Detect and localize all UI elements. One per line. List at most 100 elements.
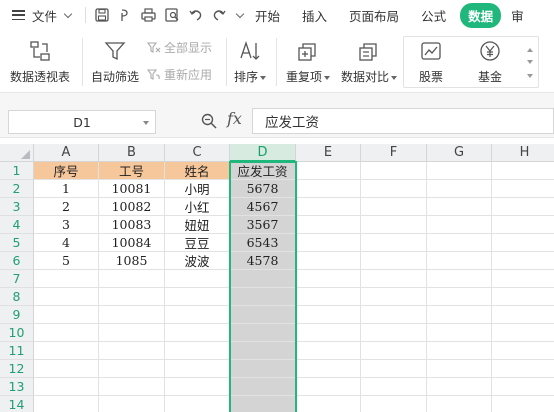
row-header-2[interactable]: 2 — [0, 180, 34, 198]
cell-f14[interactable] — [361, 396, 427, 412]
cell-b6[interactable]: 1085 — [99, 252, 165, 270]
cell-b2[interactable]: 10081 — [99, 180, 165, 198]
row-header-6[interactable]: 6 — [0, 252, 34, 270]
cell-d10[interactable] — [230, 324, 296, 342]
format-painter-icon[interactable] — [118, 8, 132, 22]
cell-e9[interactable] — [296, 306, 361, 324]
cell-b14[interactable] — [99, 396, 165, 412]
formula-input[interactable]: 应发工资 — [252, 108, 554, 134]
cell-g2[interactable] — [427, 180, 492, 198]
cell-g7[interactable] — [427, 270, 492, 288]
cell-g13[interactable] — [427, 378, 492, 396]
cell-b5[interactable]: 10084 — [99, 234, 165, 252]
cell-b10[interactable] — [99, 324, 165, 342]
cell-e11[interactable] — [296, 342, 361, 360]
fx-icon[interactable]: fx — [227, 109, 242, 128]
print-icon[interactable] — [141, 8, 156, 22]
row-header-10[interactable]: 10 — [0, 324, 34, 342]
row-header-3[interactable]: 3 — [0, 198, 34, 216]
cell-c8[interactable] — [165, 288, 230, 306]
cell-f10[interactable] — [361, 324, 427, 342]
row-header-11[interactable]: 11 — [0, 342, 34, 360]
cell-a6[interactable]: 5 — [34, 252, 99, 270]
cell-e6[interactable] — [296, 252, 361, 270]
cell-e8[interactable] — [296, 288, 361, 306]
cell-a9[interactable] — [34, 306, 99, 324]
cell-d13[interactable] — [230, 378, 296, 396]
cell-f7[interactable] — [361, 270, 427, 288]
cell-e5[interactable] — [296, 234, 361, 252]
cell-e12[interactable] — [296, 360, 361, 378]
cell-d6[interactable]: 4578 — [230, 252, 296, 270]
cell-h5[interactable] — [492, 234, 554, 252]
cell-b11[interactable] — [99, 342, 165, 360]
cell-h9[interactable] — [492, 306, 554, 324]
cell-g12[interactable] — [427, 360, 492, 378]
cell-a5[interactable]: 4 — [34, 234, 99, 252]
cell-f8[interactable] — [361, 288, 427, 306]
row-header-5[interactable]: 5 — [0, 234, 34, 252]
cell-d1[interactable]: 应发工资 — [230, 162, 296, 180]
cell-g3[interactable] — [427, 198, 492, 216]
cell-c4[interactable]: 妞妞 — [165, 216, 230, 234]
cell-f13[interactable] — [361, 378, 427, 396]
row-header-13[interactable]: 13 — [0, 378, 34, 396]
cell-g6[interactable] — [427, 252, 492, 270]
cell-g11[interactable] — [427, 342, 492, 360]
file-menu[interactable]: 文件 — [12, 6, 73, 25]
column-header-h[interactable]: H — [492, 144, 554, 162]
column-header-f[interactable]: F — [361, 144, 427, 162]
autofilter-button[interactable]: 自动筛选 — [91, 36, 139, 85]
pivot-table-button[interactable]: 数据透视表 — [10, 36, 70, 85]
cell-h11[interactable] — [492, 342, 554, 360]
cell-g10[interactable] — [427, 324, 492, 342]
row-header-8[interactable]: 8 — [0, 288, 34, 306]
cell-a3[interactable]: 2 — [34, 198, 99, 216]
cell-a10[interactable] — [34, 324, 99, 342]
cell-a14[interactable] — [34, 396, 99, 412]
cell-d7[interactable] — [230, 270, 296, 288]
cell-d3[interactable]: 4567 — [230, 198, 296, 216]
column-header-g[interactable]: G — [427, 144, 492, 162]
column-header-c[interactable]: C — [165, 144, 230, 162]
cell-e13[interactable] — [296, 378, 361, 396]
cell-f2[interactable] — [361, 180, 427, 198]
cell-c1[interactable]: 姓名 — [165, 162, 230, 180]
show-all-button[interactable]: 全部显示 — [147, 39, 212, 56]
cell-a1[interactable]: 序号 — [34, 162, 99, 180]
tab-review[interactable]: 审 — [511, 6, 524, 25]
cell-d2[interactable]: 5678 — [230, 180, 296, 198]
cell-h10[interactable] — [492, 324, 554, 342]
cell-e1[interactable] — [296, 162, 361, 180]
cell-f6[interactable] — [361, 252, 427, 270]
cell-h4[interactable] — [492, 216, 554, 234]
cell-d14[interactable] — [230, 396, 296, 412]
cell-d5[interactable]: 6543 — [230, 234, 296, 252]
cell-c14[interactable] — [165, 396, 230, 412]
cell-e7[interactable] — [296, 270, 361, 288]
cell-c12[interactable] — [165, 360, 230, 378]
redo-icon[interactable] — [212, 8, 226, 22]
row-header-7[interactable]: 7 — [0, 270, 34, 288]
cell-c6[interactable]: 波波 — [165, 252, 230, 270]
spreadsheet-grid[interactable]: A B C D E F G H 1 序号 工号 姓名 应发工资 2 1 10081 小明 5678 3 2 10082 小… — [0, 144, 554, 412]
print-preview-icon[interactable] — [165, 8, 180, 22]
sort-button[interactable]: 排序 — [234, 36, 267, 85]
cell-f11[interactable] — [361, 342, 427, 360]
gallery-scroll-up-icon[interactable] — [527, 48, 533, 52]
row-header-9[interactable]: 9 — [0, 306, 34, 324]
cell-b4[interactable]: 10083 — [99, 216, 165, 234]
cell-a4[interactable]: 3 — [34, 216, 99, 234]
cell-h8[interactable] — [492, 288, 554, 306]
cell-h12[interactable] — [492, 360, 554, 378]
data-compare-button[interactable]: 数据对比 — [341, 36, 398, 85]
cell-e10[interactable] — [296, 324, 361, 342]
cell-g1[interactable] — [427, 162, 492, 180]
cell-b9[interactable] — [99, 306, 165, 324]
cell-g14[interactable] — [427, 396, 492, 412]
row-header-1[interactable]: 1 — [0, 162, 34, 180]
funds-button[interactable]: 基金 — [478, 36, 502, 85]
cell-e14[interactable] — [296, 396, 361, 412]
cell-c3[interactable]: 小红 — [165, 198, 230, 216]
column-header-e[interactable]: E — [296, 144, 361, 162]
